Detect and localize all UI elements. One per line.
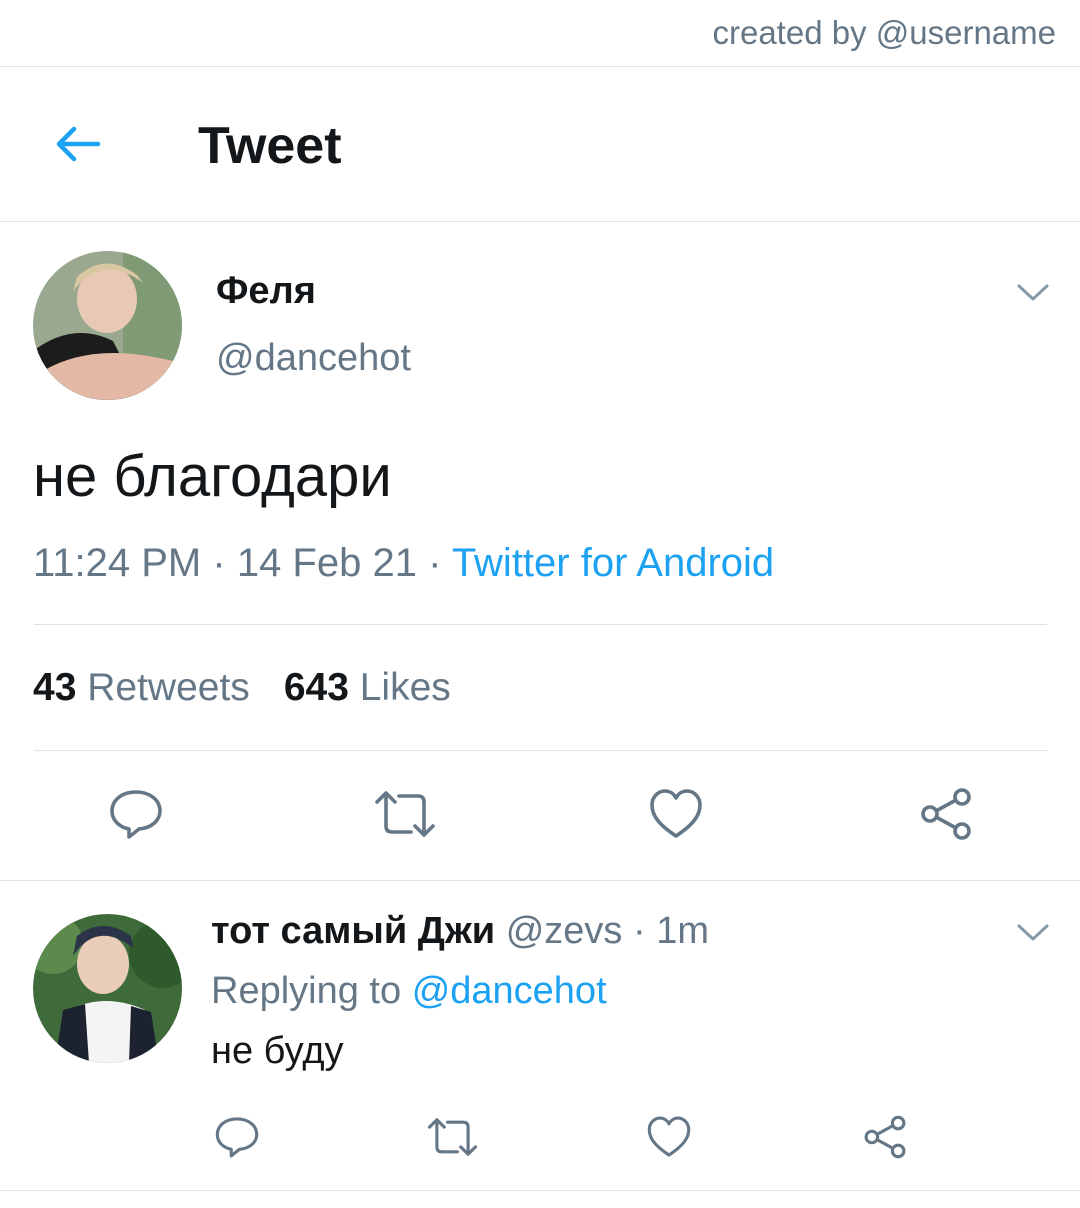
chevron-down-icon[interactable] <box>1016 922 1050 944</box>
reply-time: 1m <box>656 910 709 952</box>
tweet-stats: 43 Retweets 643 Likes <box>33 666 451 710</box>
meta-separator: · <box>428 541 442 585</box>
replying-to-label: Replying to <box>211 970 402 1012</box>
tweet-date: 14 Feb 21 <box>236 541 417 585</box>
reply-author-handle[interactable]: @zevs <box>506 910 623 952</box>
divider <box>0 66 1080 67</box>
divider <box>0 1190 1080 1191</box>
retweet-icon[interactable] <box>426 1114 479 1160</box>
tweet-source-link[interactable]: Twitter for Android <box>452 541 774 585</box>
reply-text: не буду <box>211 1030 344 1072</box>
retweet-icon[interactable] <box>373 786 437 842</box>
share-icon[interactable] <box>862 1114 908 1160</box>
retweets-stat[interactable]: 43 Retweets <box>33 666 250 709</box>
meta-separator: · <box>632 910 646 952</box>
reply-icon[interactable] <box>108 786 164 842</box>
share-icon[interactable] <box>918 786 974 842</box>
meta-separator: · <box>212 541 226 585</box>
likes-count: 643 <box>283 666 349 709</box>
like-icon[interactable] <box>648 786 704 842</box>
author-handle[interactable]: @dancehot <box>216 337 411 380</box>
likes-stat[interactable]: 643 Likes <box>284 666 451 709</box>
reply-author-name[interactable]: тот самый Джи <box>211 910 495 952</box>
page-title: Tweet <box>198 117 342 175</box>
replying-to: Replying to @dancehot <box>211 970 607 1013</box>
tweet-text: не благодари <box>33 444 392 509</box>
retweets-count: 43 <box>33 666 77 709</box>
author-name[interactable]: Феля <box>216 270 316 313</box>
replying-to-mention[interactable]: @dancehot <box>412 970 607 1012</box>
like-icon[interactable] <box>646 1114 692 1160</box>
avatar[interactable] <box>33 251 182 400</box>
reply-header: тот самый Джи @zevs · 1m <box>211 910 709 953</box>
chevron-down-icon[interactable] <box>1016 282 1050 304</box>
retweets-label: Retweets <box>87 666 250 709</box>
tweet-time: 11:24 PM <box>33 541 202 585</box>
arrow-left-icon[interactable] <box>52 118 104 170</box>
divider <box>34 750 1047 751</box>
likes-label: Likes <box>359 666 451 709</box>
reply-icon[interactable] <box>214 1114 260 1160</box>
tweet-meta: 11:24 PM · 14 Feb 21 · Twitter for Andro… <box>33 541 774 586</box>
divider <box>0 221 1080 222</box>
reply-avatar[interactable] <box>33 914 182 1063</box>
divider <box>34 624 1047 625</box>
watermark: created by @username <box>712 14 1056 51</box>
divider <box>0 880 1080 881</box>
